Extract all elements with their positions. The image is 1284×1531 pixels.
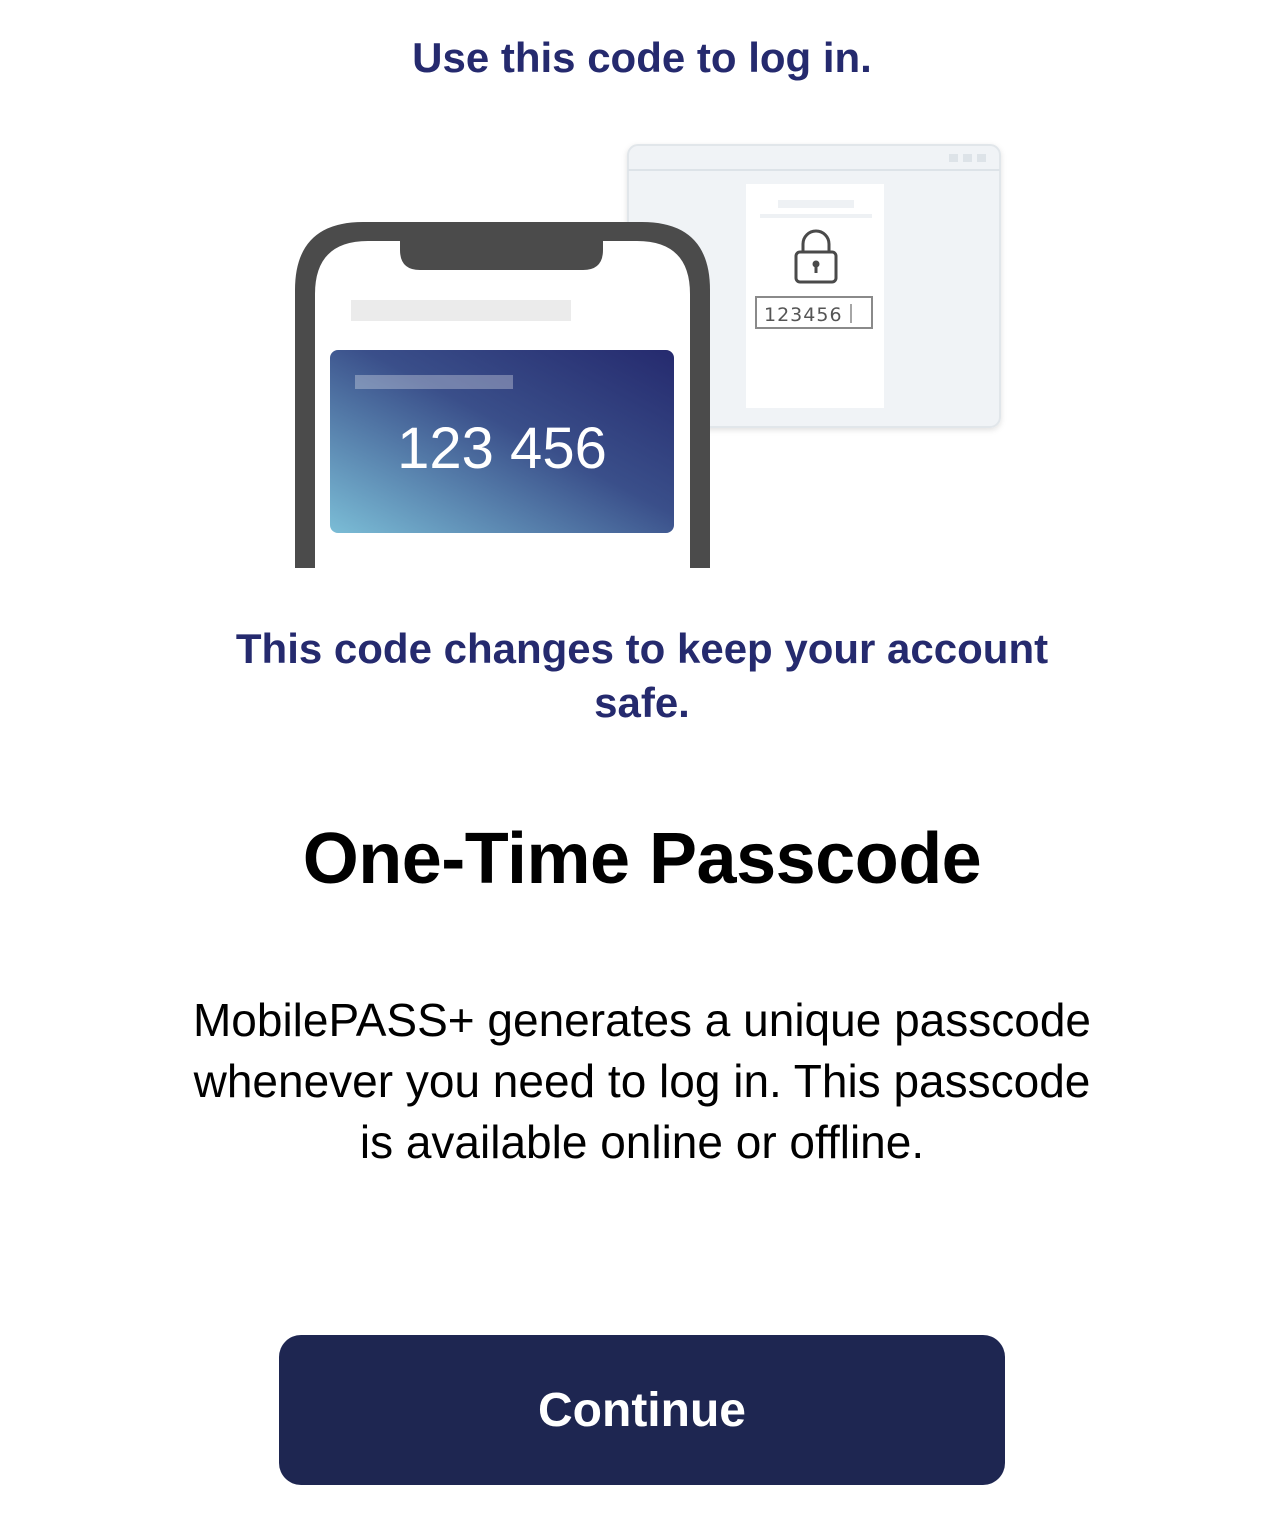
passcode-field-value: 123456 bbox=[764, 304, 843, 326]
caption-top: Use this code to log in. bbox=[412, 34, 872, 81]
caption-mid: This code changes to keep your account s… bbox=[235, 625, 1049, 726]
phone-notch bbox=[400, 240, 603, 270]
onboarding-screen: Use this code to log in. 123456 123 456 … bbox=[0, 0, 1284, 1531]
browser-dots-icon bbox=[949, 154, 986, 162]
continue-button[interactable]: Continue bbox=[279, 1335, 1005, 1485]
phone-passcode: 123 456 bbox=[397, 416, 607, 481]
page-title: One-Time Passcode bbox=[302, 819, 982, 899]
description-text: MobilePASS+ generates a unique passcode … bbox=[192, 994, 1092, 1168]
otp-illustration: 123456 123 456 bbox=[270, 140, 1020, 568]
